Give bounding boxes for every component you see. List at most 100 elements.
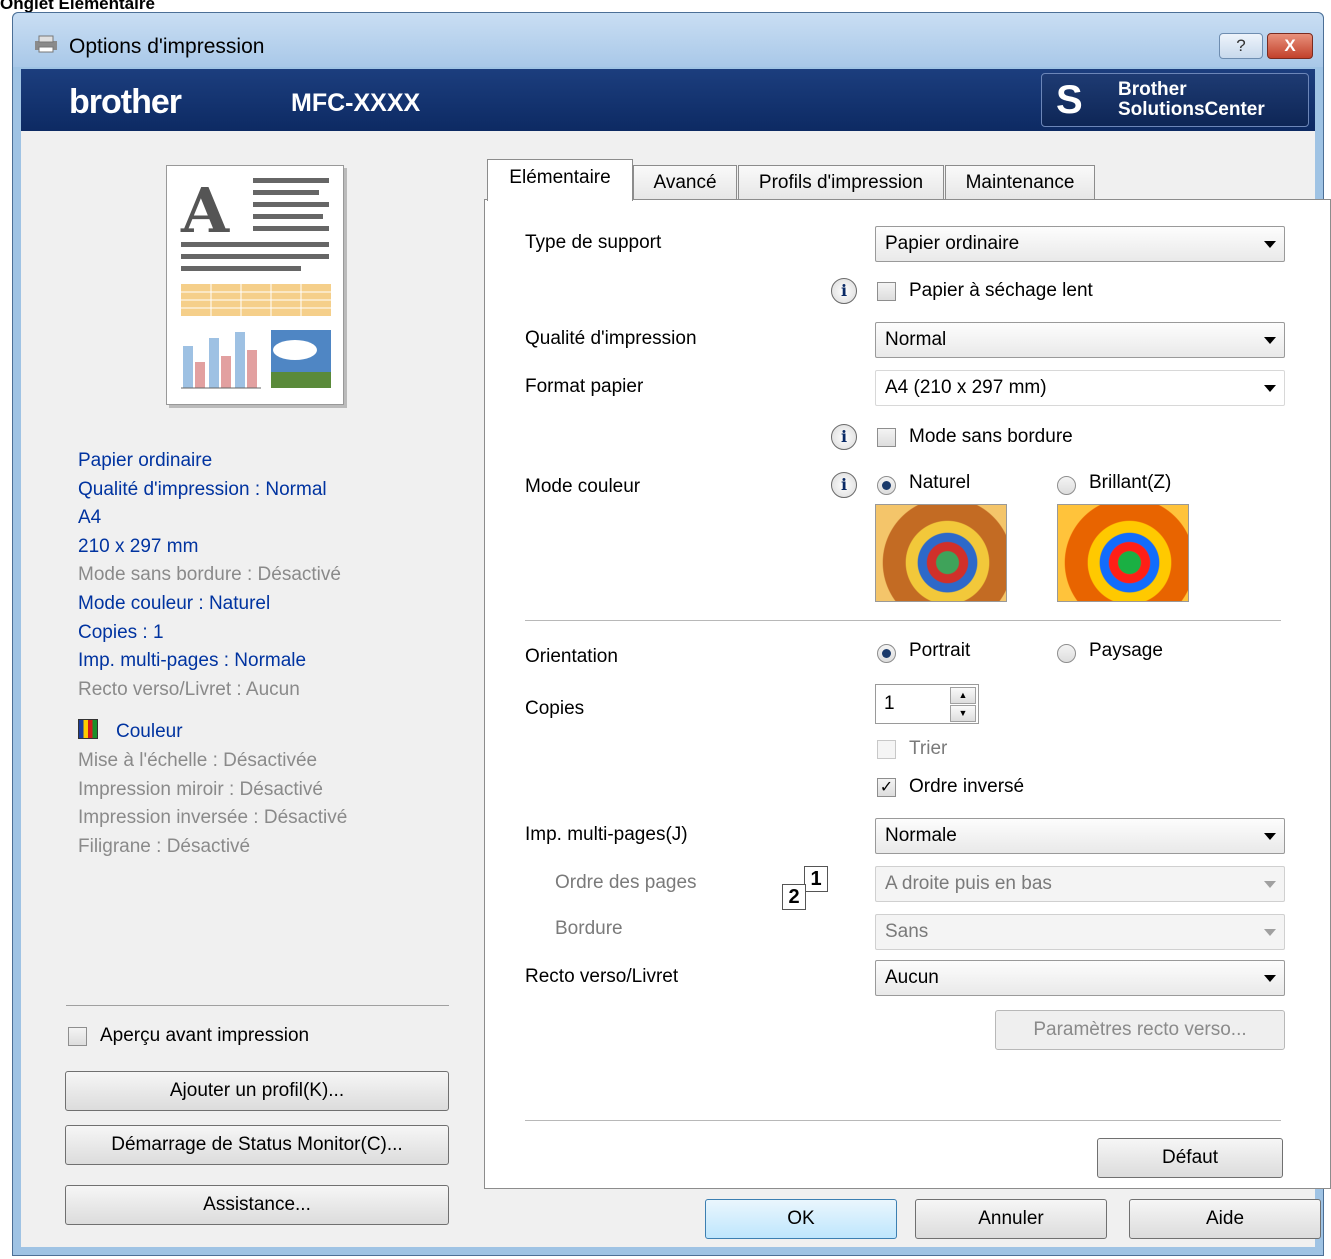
dialog-content: A Papier ordinaire Qualité d'impression … (21, 131, 1331, 1247)
brother-logo: brother (69, 83, 182, 121)
summary-duplex: Recto verso/Livret : Aucun (78, 678, 300, 700)
summary-color: Couleur (116, 721, 183, 743)
summary-color-row: Couleur (78, 718, 347, 747)
collate-label: Trier (909, 738, 948, 759)
borderless-checkbox[interactable] (877, 428, 896, 447)
vivid-radio[interactable] (1057, 476, 1076, 495)
tab-advanced[interactable]: Avancé (633, 165, 737, 199)
collate-icon-page-b: 2 (782, 884, 806, 910)
print-preview-checkbox[interactable] (68, 1027, 87, 1046)
border-value: Sans (885, 921, 929, 942)
solutions-center-button[interactable]: S Brother SolutionsCenter (1041, 73, 1309, 127)
natural-radio[interactable] (877, 476, 896, 495)
summary-scaling: Mise à l'échelle : Désactivée (78, 749, 318, 771)
copies-spinbox[interactable]: 1 ▲ ▼ (875, 684, 979, 724)
duplex-settings-button[interactable]: Paramètres recto verso... (995, 1010, 1285, 1050)
solutions-center-label-1: Brother (1118, 79, 1187, 100)
reverse-order-checkbox[interactable]: ✓ (877, 778, 896, 797)
copies-value: 1 (884, 693, 895, 714)
info-icon[interactable]: i (831, 424, 857, 450)
vivid-label: Brillant(Z) (1089, 472, 1172, 493)
default-button[interactable]: Défaut (1097, 1138, 1283, 1178)
chevron-down-icon (1264, 929, 1276, 936)
help-title-button[interactable]: ? (1219, 33, 1263, 59)
media-type-label: Type de support (525, 232, 662, 253)
summary-color-mode: Mode couleur : Naturel (78, 592, 271, 614)
summary-quality: Qualité d'impression : Normal (78, 478, 327, 500)
copies-label: Copies (525, 698, 585, 719)
ok-button[interactable]: OK (705, 1199, 897, 1239)
tab-print-profiles[interactable]: Profils d'impression (738, 165, 944, 199)
printer-icon (35, 35, 57, 53)
print-preview-label: Aperçu avant impression (100, 1025, 310, 1046)
solutions-center-label-2: SolutionsCenter (1118, 99, 1265, 120)
media-type-select[interactable]: Papier ordinaire (875, 226, 1285, 262)
info-icon[interactable]: i (831, 278, 857, 304)
page-order-value: A droite puis en bas (885, 873, 1052, 894)
summary-paper: A4 (78, 507, 102, 529)
portrait-radio[interactable] (877, 644, 896, 663)
vivid-preview-image (1057, 504, 1189, 602)
chevron-down-icon (1264, 975, 1276, 982)
left-separator (66, 1005, 449, 1006)
media-type-value: Papier ordinaire (885, 233, 1020, 254)
chevron-down-icon (1264, 833, 1276, 840)
title-bar: Options d'impression ? X (13, 13, 1323, 67)
spin-down-icon[interactable]: ▼ (950, 705, 976, 722)
support-button[interactable]: Assistance... (65, 1185, 449, 1225)
page-order-select[interactable]: A droite puis en bas (875, 866, 1285, 902)
multipage-select[interactable]: Normale (875, 818, 1285, 854)
summary-multipage: Imp. multi-pages : Normale (78, 650, 307, 672)
summary-copies: Copies : 1 (78, 621, 164, 643)
multipage-label: Imp. multi-pages(J) (525, 824, 688, 845)
summary-watermark: Filigrane : Désactivé (78, 835, 251, 857)
print-quality-label: Qualité d'impression (525, 328, 697, 349)
border-select[interactable]: Sans (875, 914, 1285, 950)
natural-label: Naturel (909, 472, 971, 493)
solutions-center-icon: S (1056, 78, 1083, 122)
collate-checkbox[interactable] (877, 740, 896, 759)
chevron-down-icon (1264, 337, 1276, 344)
help-button[interactable]: Aide (1129, 1199, 1321, 1239)
close-button[interactable]: X (1267, 33, 1313, 59)
page-preview: A (166, 165, 344, 405)
reverse-order-label: Ordre inversé (909, 776, 1025, 797)
summary-media: Papier ordinaire (78, 450, 213, 471)
paper-size-select[interactable]: A4 (210 x 297 mm) (875, 370, 1285, 406)
brand-bar: brother MFC-XXXX S Brother SolutionsCent… (21, 69, 1315, 131)
add-profile-button[interactable]: Ajouter un profil(K)... (65, 1071, 449, 1111)
color-mode-label: Mode couleur (525, 476, 641, 497)
duplex-label: Recto verso/Livret (525, 966, 679, 987)
collate-icon-page-a: 1 (804, 866, 828, 892)
paper-size-value: A4 (210 x 297 mm) (885, 377, 1047, 398)
duplex-select[interactable]: Aucun (875, 960, 1285, 996)
tab-basic[interactable]: Elémentaire (487, 159, 633, 201)
basic-tab-panel: Type de support Papier ordinaire i Papie… (484, 199, 1331, 1189)
slow-dry-checkbox[interactable] (877, 282, 896, 301)
settings-summary: Papier ordinaire Qualité d'impression : … (78, 447, 347, 861)
print-quality-select[interactable]: Normal (875, 322, 1285, 358)
info-icon[interactable]: i (831, 472, 857, 498)
paper-size-label: Format papier (525, 376, 644, 397)
portrait-label: Portrait (909, 640, 971, 661)
natural-preview-image (875, 504, 1007, 602)
status-monitor-button[interactable]: Démarrage de Status Monitor(C)... (65, 1125, 449, 1165)
border-label: Bordure (555, 918, 623, 939)
svg-text:A: A (180, 174, 230, 247)
chevron-down-icon (1264, 241, 1276, 248)
landscape-radio[interactable] (1057, 644, 1076, 663)
tab-maintenance[interactable]: Maintenance (945, 165, 1095, 199)
landscape-label: Paysage (1089, 640, 1163, 661)
summary-borderless: Mode sans bordure : Désactivé (78, 564, 341, 586)
summary-reverse: Impression inversée : Désactivé (78, 807, 348, 829)
print-options-window: Options d'impression ? X brother MFC-XXX… (12, 12, 1331, 1256)
chevron-down-icon (1264, 385, 1276, 392)
print-quality-value: Normal (885, 329, 947, 350)
spin-up-icon[interactable]: ▲ (950, 687, 976, 704)
cancel-button[interactable]: Annuler (915, 1199, 1107, 1239)
borderless-label: Mode sans bordure (909, 426, 1073, 447)
section-divider (525, 620, 1281, 621)
window-title: Options d'impression (69, 35, 265, 58)
printer-model: MFC-XXXX (291, 89, 421, 117)
collate-order-icon: 1 2 (782, 866, 840, 910)
